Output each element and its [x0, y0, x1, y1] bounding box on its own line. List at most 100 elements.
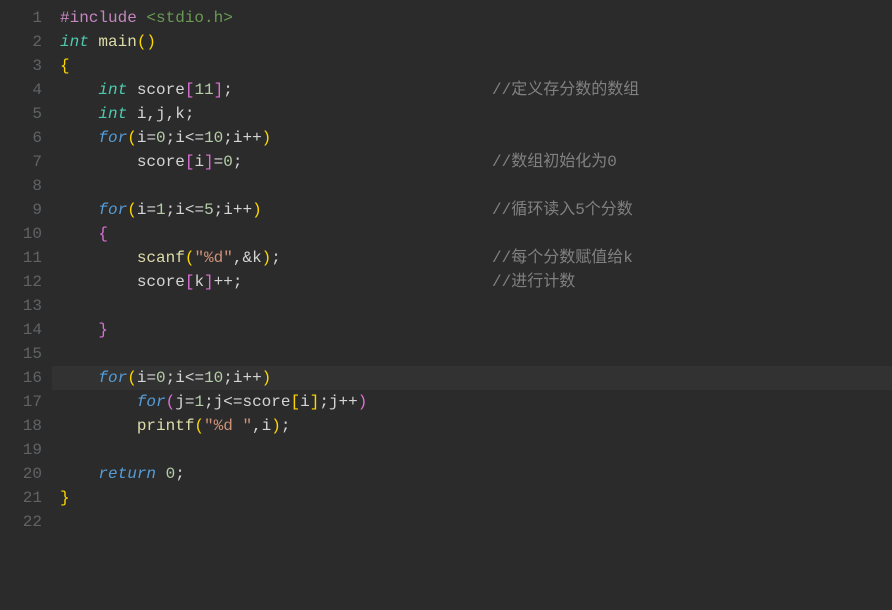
- keyword-token: return: [98, 465, 156, 483]
- operator-token: =: [185, 393, 195, 411]
- identifier-token: i: [262, 417, 272, 435]
- line-number-gutter: 1 2 3 4 5 6 7 8 9 10 11 12 13 14 15 16 1…: [0, 0, 52, 610]
- punct-token: ,: [233, 249, 243, 267]
- code-line-highlighted[interactable]: for(i=0;i<=10;i++): [52, 366, 892, 390]
- code-line[interactable]: score[i]=0;//数组初始化为0: [52, 150, 892, 174]
- number-token: 5: [204, 201, 214, 219]
- comment-token: //数组初始化为0: [492, 150, 617, 174]
- keyword-token: for: [137, 393, 166, 411]
- identifier-token: k: [252, 249, 262, 267]
- line-number: 1: [6, 6, 42, 30]
- paren-token: (: [127, 201, 137, 219]
- number-token: 0: [223, 153, 233, 171]
- punct-token: ;: [271, 249, 281, 267]
- operator-token: <=: [223, 393, 242, 411]
- identifier-token: k: [194, 273, 204, 291]
- identifier-token: ;j: [319, 393, 338, 411]
- line-number: 20: [6, 462, 42, 486]
- code-line[interactable]: int i,j,k;: [52, 102, 892, 126]
- line-number: 4: [6, 78, 42, 102]
- line-number: 3: [6, 54, 42, 78]
- code-line[interactable]: [52, 294, 892, 318]
- function-token: printf: [137, 417, 195, 435]
- code-line[interactable]: printf("%d ",i);: [52, 414, 892, 438]
- brace-token: }: [98, 321, 108, 339]
- bracket-token: [: [185, 273, 195, 291]
- identifier-token: score: [137, 273, 185, 291]
- operator-token: ++: [242, 369, 261, 387]
- operator-token: &: [242, 249, 252, 267]
- space-token: [89, 33, 99, 51]
- space-token: [156, 465, 166, 483]
- number-token: 0: [156, 129, 166, 147]
- line-number: 22: [6, 510, 42, 534]
- identifier-token: i: [194, 153, 204, 171]
- line-number: 16: [6, 366, 42, 390]
- code-line[interactable]: return 0;: [52, 462, 892, 486]
- code-line[interactable]: #include <stdio.h>: [52, 6, 892, 30]
- operator-token: ++: [242, 129, 261, 147]
- identifier-token: ;i: [214, 201, 233, 219]
- paren-token: ): [271, 417, 281, 435]
- code-line[interactable]: }: [52, 318, 892, 342]
- operator-token: <=: [185, 369, 204, 387]
- code-line[interactable]: for(i=1;i<=5;i++)//循环读入5个分数: [52, 198, 892, 222]
- number-token: 10: [204, 369, 223, 387]
- code-line[interactable]: [52, 174, 892, 198]
- punct-token: ;: [175, 465, 185, 483]
- identifier-token: i: [137, 369, 147, 387]
- punct-token: ;: [223, 81, 233, 99]
- operator-token: =: [214, 153, 224, 171]
- number-token: 11: [194, 81, 213, 99]
- code-line[interactable]: scanf("%d",&k);//每个分数赋值给k: [52, 246, 892, 270]
- operator-token: =: [146, 201, 156, 219]
- comment-token: //定义存分数的数组: [492, 78, 639, 102]
- bracket-token: [: [185, 81, 195, 99]
- identifier-token: i,j,k;: [127, 105, 194, 123]
- code-line[interactable]: {: [52, 222, 892, 246]
- type-token: int: [60, 33, 89, 51]
- line-number: 11: [6, 246, 42, 270]
- function-token: main: [98, 33, 136, 51]
- line-number: 18: [6, 414, 42, 438]
- code-line[interactable]: {: [52, 54, 892, 78]
- bracket-token: [: [185, 153, 195, 171]
- operator-token: ++: [214, 273, 233, 291]
- paren-token: (: [185, 249, 195, 267]
- comment-token: //每个分数赋值给k: [492, 246, 633, 270]
- code-area[interactable]: #include <stdio.h> int main() { int scor…: [52, 0, 892, 610]
- code-line[interactable]: int score[11];//定义存分数的数组: [52, 78, 892, 102]
- code-line[interactable]: [52, 438, 892, 462]
- number-token: 10: [204, 129, 223, 147]
- comment-token: //进行计数: [492, 270, 575, 294]
- code-line[interactable]: for(j=1;j<=score[i];j++): [52, 390, 892, 414]
- code-line[interactable]: [52, 510, 892, 534]
- identifier-token: ;j: [204, 393, 223, 411]
- code-editor: 1 2 3 4 5 6 7 8 9 10 11 12 13 14 15 16 1…: [0, 0, 892, 610]
- line-number: 15: [6, 342, 42, 366]
- brace-token: }: [60, 489, 70, 507]
- line-number: 13: [6, 294, 42, 318]
- code-line[interactable]: [52, 342, 892, 366]
- code-line[interactable]: for(i=0;i<=10;i++): [52, 126, 892, 150]
- comment-token: //循环读入5个分数: [492, 198, 633, 222]
- identifier-token: ;i: [223, 369, 242, 387]
- string-token: "%d ": [204, 417, 252, 435]
- identifier-token: score: [127, 81, 185, 99]
- line-number: 5: [6, 102, 42, 126]
- paren-token: ): [358, 393, 368, 411]
- code-line[interactable]: int main(): [52, 30, 892, 54]
- number-token: 1: [194, 393, 204, 411]
- paren-token: (): [137, 33, 156, 51]
- identifier-token: i: [300, 393, 310, 411]
- code-line[interactable]: score[k]++;//进行计数: [52, 270, 892, 294]
- bracket-token: ]: [204, 153, 214, 171]
- line-number: 8: [6, 174, 42, 198]
- identifier-token: j: [175, 393, 185, 411]
- brace-token: {: [98, 225, 108, 243]
- code-line[interactable]: }: [52, 486, 892, 510]
- type-token: int: [98, 81, 127, 99]
- number-token: 1: [156, 201, 166, 219]
- operator-token: =: [146, 129, 156, 147]
- bracket-token: ]: [204, 273, 214, 291]
